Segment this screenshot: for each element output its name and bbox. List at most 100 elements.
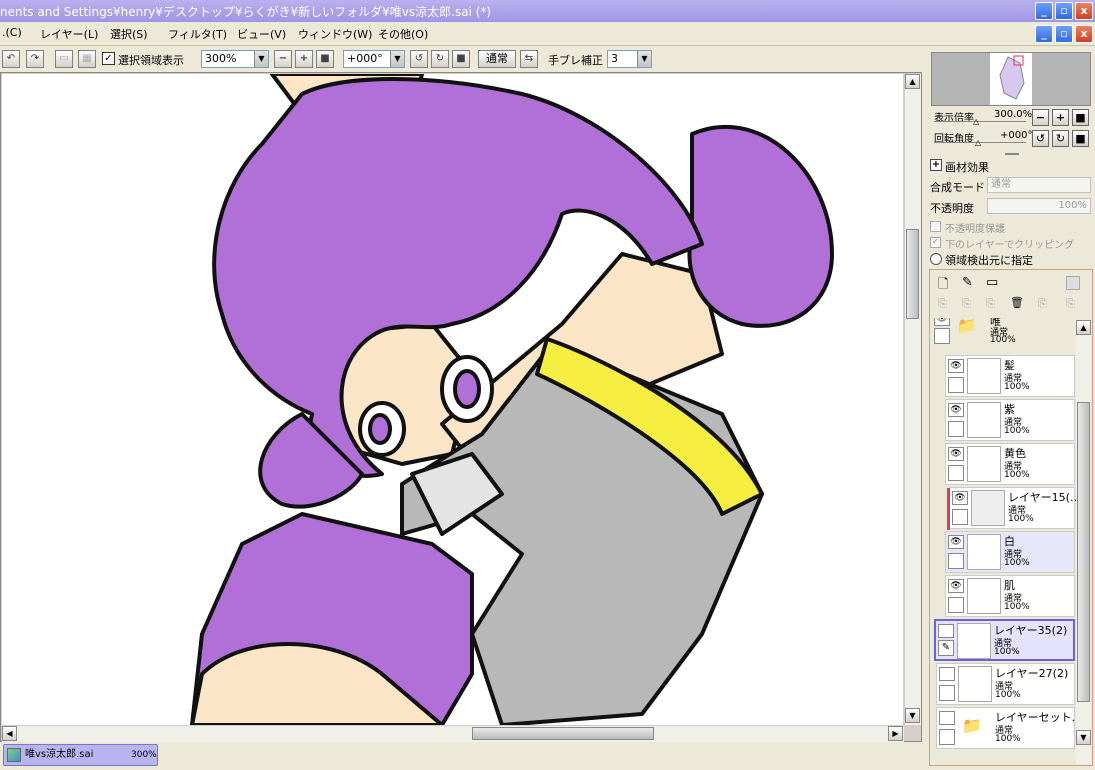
zoom-reset-icon[interactable]: ■ (316, 50, 334, 68)
nav-rotation-reset-icon[interactable]: ■ (1072, 130, 1089, 147)
layer-select-checkbox[interactable] (948, 421, 964, 437)
vertical-scroll-thumb[interactable] (906, 229, 919, 319)
hidden-eye-toggle[interactable] (939, 667, 955, 681)
nav-rotate-left-icon[interactable]: ↺ (1032, 130, 1049, 147)
zoom-out-icon[interactable]: − (274, 50, 292, 68)
new-pen-layer-icon[interactable]: ✎ (962, 275, 973, 290)
layer-select-checkbox[interactable] (939, 729, 955, 745)
horizontal-scrollbar[interactable]: ◀ ▶ (2, 725, 904, 742)
menu-item-layer[interactable]: レイヤー(L) (40, 26, 98, 42)
transfer-down-icon[interactable]: ⎘ (938, 297, 947, 311)
layer-select-checkbox[interactable] (948, 465, 964, 481)
layer-row-layer15[interactable]: 👁 レイヤー15(… 通常 100% (947, 487, 1076, 530)
scroll-right-icon[interactable]: ▶ (888, 726, 903, 741)
rotation-reset-icon[interactable]: ■ (452, 50, 470, 68)
layer-scroll-down-icon[interactable]: ▼ (1076, 730, 1091, 745)
layer-scroll-up-icon[interactable]: ▲ (1076, 320, 1091, 335)
layer-row-hair[interactable]: 👁 髪 通常 100% (945, 355, 1075, 397)
menu-item-window[interactable]: ウィンドウ(W) (298, 26, 372, 42)
selection-source-radio[interactable] (930, 253, 942, 265)
layer-row-layer35-selected[interactable]: ✎ レイヤー35(2) 通常 100% (934, 619, 1075, 661)
layer-row-purple[interactable]: 👁 紫 通常 100% (945, 399, 1075, 441)
layer-select-checkbox[interactable] (939, 685, 955, 701)
clear-layer-icon[interactable]: ⎘ (986, 297, 995, 311)
zoom-slider-track[interactable] (934, 121, 1026, 122)
layer-select-checkbox[interactable] (948, 377, 964, 393)
close-button[interactable]: x (1075, 2, 1093, 20)
layer-row-white[interactable]: 👁 白 通常 100% (945, 531, 1075, 573)
vertical-scrollbar[interactable]: ▲ ▼ (904, 74, 921, 725)
invert-selection-icon[interactable]: ▦ (78, 50, 96, 68)
eye-icon[interactable]: 👁 (952, 491, 968, 505)
zoom-select[interactable]: 300% ▼ (201, 50, 269, 68)
merge-down-icon[interactable]: ⎘ (962, 297, 971, 311)
navigator-preview[interactable] (931, 52, 1091, 106)
hidden-eye-toggle[interactable] (939, 711, 955, 725)
flip-icon[interactable]: ⇆ (520, 50, 538, 68)
layer-row-layer27[interactable]: レイヤー27(2) 通常 100% (936, 663, 1075, 705)
opacity-slider[interactable]: 100% (987, 198, 1091, 214)
eye-icon[interactable]: 👁 (948, 447, 964, 461)
undo-icon[interactable]: ↶ (2, 50, 20, 68)
eye-icon[interactable]: 👁 (948, 579, 964, 593)
panel-splitter[interactable] (1005, 153, 1019, 155)
new-folder-icon[interactable]: ▭ (986, 275, 998, 290)
layer-select-checkbox[interactable] (934, 328, 950, 344)
doc-maximize-button[interactable]: ▫ (1055, 25, 1073, 43)
eye-icon[interactable]: 👁 (934, 318, 950, 326)
merge-visible-icon[interactable]: ⎘ (1038, 297, 1047, 311)
clipping-checkbox[interactable]: ✓ (930, 237, 941, 248)
blend-mode-select[interactable]: 通常 (987, 177, 1091, 193)
blend-mode-button[interactable]: 通常 (478, 50, 516, 68)
layer-row-yellow[interactable]: 👁 黄色 通常 100% (945, 443, 1075, 485)
menu-item-view[interactable]: ビュー(V) (237, 26, 286, 42)
hidden-eye-toggle[interactable] (938, 624, 954, 638)
rotate-right-icon[interactable]: ↻ (431, 50, 449, 68)
rotation-slider-handle[interactable]: △ (975, 138, 981, 147)
trash-icon[interactable]: 🗑 (1010, 296, 1024, 309)
rotate-left-icon[interactable]: ↺ (410, 50, 428, 68)
nav-zoom-reset-icon[interactable]: ■ (1072, 109, 1089, 126)
nav-rotate-right-icon[interactable]: ↻ (1052, 130, 1069, 147)
pen-icon[interactable]: ✎ (938, 640, 954, 656)
deselect-icon[interactable]: ▭ (55, 50, 73, 68)
scroll-up-icon[interactable]: ▲ (905, 74, 920, 89)
layer-select-checkbox[interactable] (948, 553, 964, 569)
zoom-in-icon[interactable]: + (295, 50, 313, 68)
horizontal-scroll-thumb[interactable] (472, 727, 654, 740)
eye-icon[interactable]: 👁 (948, 535, 964, 549)
layer-select-checkbox[interactable] (952, 509, 968, 525)
scroll-down-icon[interactable]: ▼ (905, 708, 920, 723)
zoom-slider-handle[interactable]: △ (973, 117, 979, 126)
eye-icon[interactable]: 👁 (948, 403, 964, 417)
menu-item-canvas[interactable]: .(C) (2, 26, 22, 39)
merge-all-icon[interactable]: ⎘ (1066, 297, 1075, 311)
layer-row-layerset[interactable]: 📁 レイヤーセット… 通常 100% (936, 707, 1076, 749)
new-layer-icon[interactable]: 🗋 (938, 275, 948, 297)
layer-row-folder-yui[interactable]: 👁 📁 唯 通常 100% (932, 318, 1072, 348)
menu-item-filter[interactable]: フィルタ(T) (168, 26, 227, 42)
layer-select-checkbox[interactable] (948, 597, 964, 613)
expand-effects-icon[interactable]: + (930, 159, 942, 171)
layer-row-skin[interactable]: 👁 肌 通常 100% (945, 575, 1075, 617)
redo-icon[interactable]: ↷ (26, 50, 44, 68)
nav-zoom-in-icon[interactable]: + (1052, 109, 1069, 126)
layer-scrollbar[interactable]: ▲ ▼ (1076, 320, 1091, 764)
menu-item-other[interactable]: その他(O) (378, 26, 428, 42)
doc-close-button[interactable]: x (1075, 25, 1093, 43)
layer-option-icon[interactable] (1066, 276, 1080, 290)
doc-minimize-button[interactable]: _ (1035, 25, 1053, 43)
scroll-left-icon[interactable]: ◀ (2, 726, 17, 741)
rotation-select[interactable]: +000° ▼ (343, 50, 405, 68)
minimize-button[interactable]: _ (1035, 2, 1053, 20)
stabilizer-select[interactable]: 3 ▼ (607, 50, 652, 68)
maximize-button[interactable]: ▫ (1055, 2, 1073, 20)
document-tab[interactable]: 唯vs涼太郎.sai 300% (3, 744, 158, 766)
eye-icon[interactable]: 👁 (948, 359, 964, 373)
nav-zoom-out-icon[interactable]: − (1032, 109, 1049, 126)
layer-scroll-thumb[interactable] (1077, 402, 1090, 702)
selection-display-checkbox[interactable]: ✓ (102, 52, 115, 65)
menu-item-select[interactable]: 選択(S) (110, 26, 148, 42)
protect-opacity-checkbox[interactable] (930, 221, 941, 232)
drawing-canvas[interactable] (2, 74, 903, 725)
